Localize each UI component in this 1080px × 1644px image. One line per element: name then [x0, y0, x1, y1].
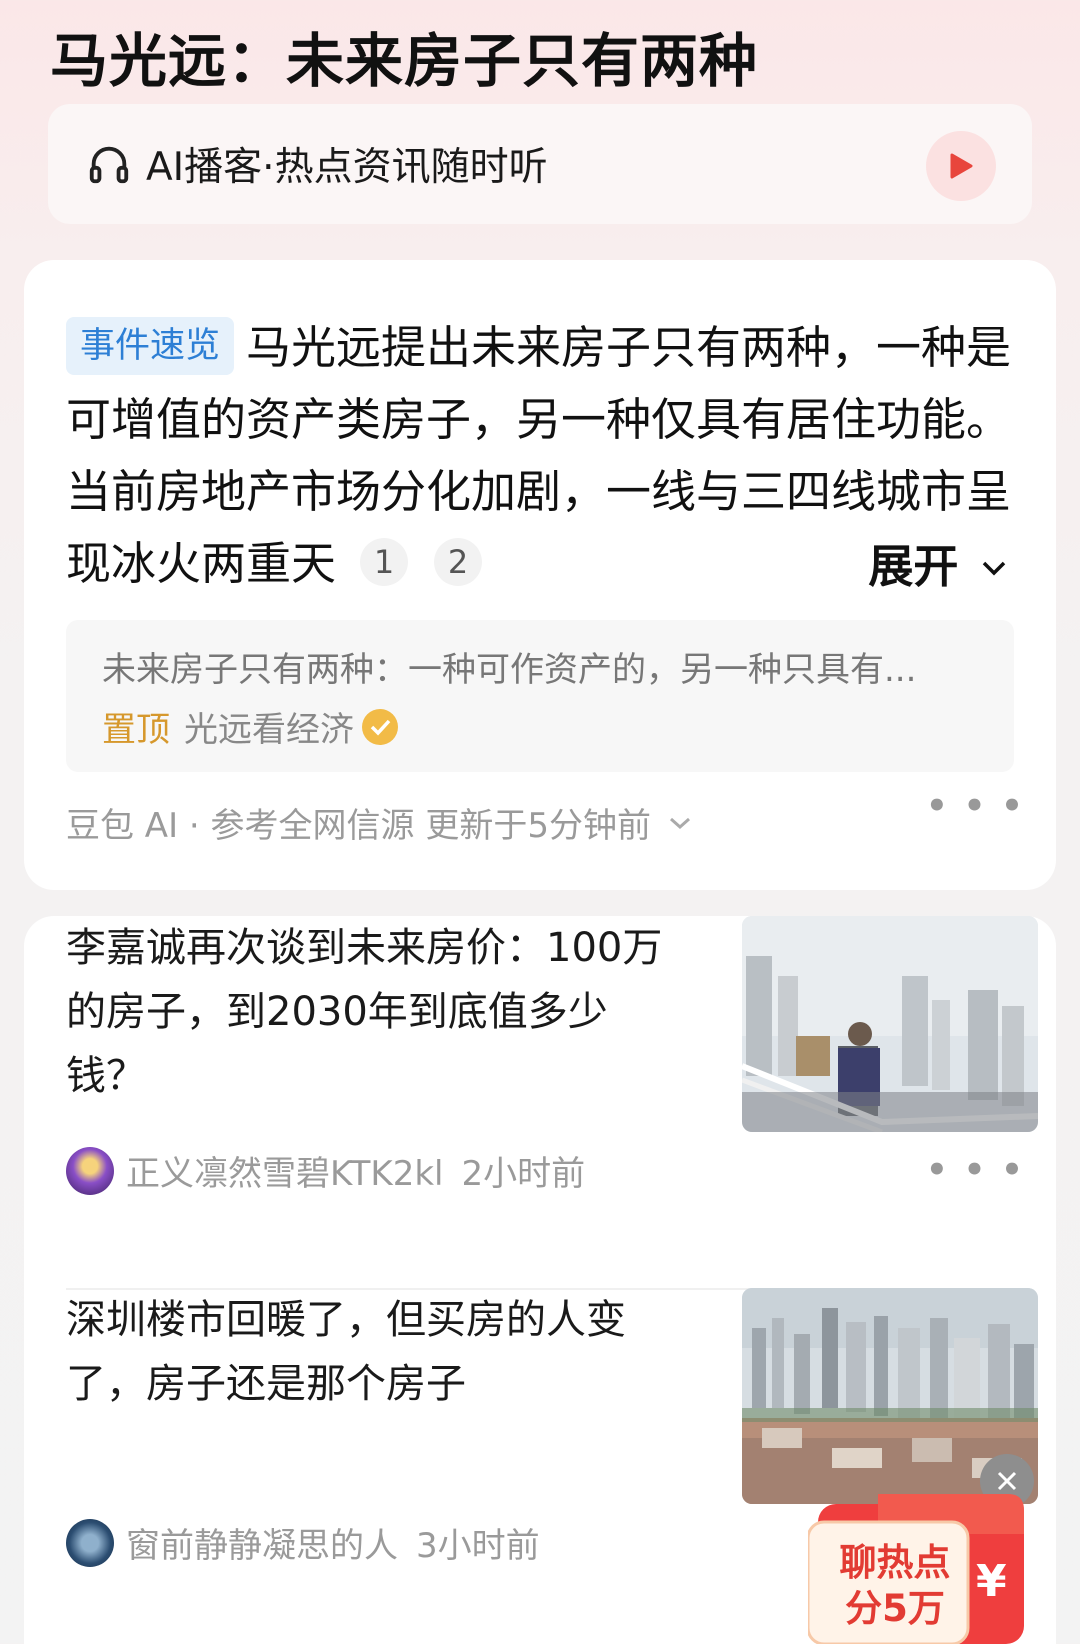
- expand-button[interactable]: 展开: [868, 530, 1008, 595]
- citation-1[interactable]: 1: [360, 538, 409, 586]
- page-title: 马光远：未来房子只有两种: [50, 27, 759, 95]
- source-title[interactable]: 未来房子只有两种：一种可作资产的，另一种只具有...: [102, 642, 982, 691]
- city-railing-image: [742, 916, 1038, 1132]
- close-icon: [997, 1471, 1017, 1491]
- play-icon: [950, 153, 973, 179]
- article-meta: 窗前静静凝思的人 3小时前: [66, 1518, 540, 1567]
- event-summary-card: 事件速览 马光远提出未来房子只有两种，一种是可增值的资产类房子，另一种仅具有居住功…: [24, 260, 1056, 890]
- source-author[interactable]: 光远看经济: [184, 702, 354, 751]
- more-options-icon[interactable]: • • •: [926, 1150, 1025, 1190]
- avatar[interactable]: [66, 1518, 114, 1567]
- article-author[interactable]: 正义凛然雪碧KTK2kl: [126, 1146, 444, 1195]
- article-title[interactable]: 李嘉诚再次谈到未来房价：100万的房子，到2030年到底值多少钱？: [66, 916, 676, 1108]
- summary-meta[interactable]: 豆包 AI · 参考全网信源 更新于5分钟前: [66, 798, 693, 847]
- promo-banner[interactable]: 聊热点分5万 ¥: [808, 1494, 1030, 1644]
- source-box[interactable]: 未来房子只有两种：一种可作资产的，另一种只具有... 置顶 光远看经济: [66, 620, 1014, 772]
- article-time: 3小时前: [416, 1526, 540, 1566]
- article-thumbnail[interactable]: [742, 916, 1038, 1132]
- article-title[interactable]: 深圳楼市回暖了，但买房的人变了，房子还是那个房子: [66, 1288, 676, 1416]
- citation-2[interactable]: 2: [434, 538, 483, 586]
- summary-meta-text: 豆包 AI · 参考全网信源 更新于5分钟前: [66, 806, 651, 846]
- chevron-down-icon: [982, 561, 1006, 576]
- avatar[interactable]: [66, 1146, 114, 1195]
- podcast-label: AI播客·热点资讯随时听: [146, 145, 548, 190]
- promo-currency: ¥: [976, 1556, 1007, 1607]
- article-meta: 正义凛然雪碧KTK2kl 2小时前: [66, 1146, 585, 1195]
- chevron-down-icon: [669, 817, 690, 829]
- headphones-icon: [89, 146, 129, 184]
- article-time: 2小时前: [461, 1154, 586, 1194]
- expand-label: 展开: [868, 540, 959, 593]
- promo-text: 聊热点分5万: [839, 1541, 951, 1630]
- article-item[interactable]: 李嘉诚再次谈到未来房价：100万的房子，到2030年到底值多少钱？ 正义凛然雪碧…: [66, 916, 1038, 1288]
- more-options-icon[interactable]: • • •: [926, 786, 1025, 826]
- play-button[interactable]: [926, 131, 996, 201]
- verified-badge-icon: [362, 708, 398, 745]
- pin-label: 置顶: [102, 710, 170, 750]
- event-tag: 事件速览: [66, 317, 235, 375]
- ai-podcast-bar[interactable]: AI播客·热点资讯随时听: [48, 104, 1032, 224]
- article-author[interactable]: 窗前静静凝思的人: [126, 1518, 398, 1567]
